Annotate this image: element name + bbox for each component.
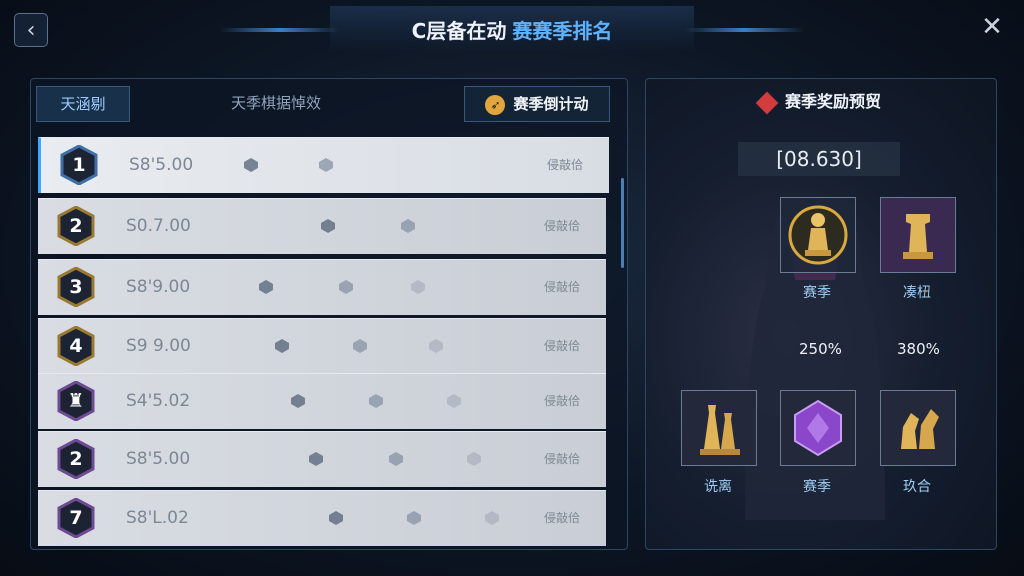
hex-gem-icon [328, 510, 344, 526]
rank-number: 1 [72, 154, 86, 176]
hex-gem-icon [338, 279, 354, 295]
reward-label-king-queen: 诜离 [704, 479, 732, 495]
reward-percent-2: 380% [897, 340, 940, 358]
rank-number: 2 [69, 448, 83, 470]
rank-tag: 侵敲佮 [543, 511, 580, 525]
tab-bar: 天涵剔 天季棋据悼效 ➶ 赛季倒计动 [36, 86, 620, 122]
tab-season-countdown[interactable]: ➶ 赛季倒计动 [464, 86, 610, 122]
reward-label-season: 赛季 [803, 285, 831, 301]
rank-score: S8'5.00 [129, 155, 194, 175]
rewards-title: 赛季奖励预贸 [645, 88, 995, 114]
hex-gem-icon [406, 510, 422, 526]
hex-gem-icon [446, 393, 462, 409]
reward-card-knights[interactable] [880, 390, 956, 466]
reward-card-rook[interactable] [880, 197, 956, 273]
close-icon: ✕ [981, 12, 1003, 42]
rank-score: S8'9.00 [126, 277, 191, 297]
purple-gem-icon [781, 391, 855, 465]
ranking-row[interactable]: 7 S8'L.02 侵敲佮 [38, 490, 606, 546]
hex-gem-icon [466, 451, 482, 467]
ranking-row[interactable]: 2 S8'5.00 侵敲佮 [38, 431, 606, 487]
rank-tag: 侵敲佮 [543, 280, 580, 294]
hex-gem-icon [428, 338, 444, 354]
rocket-icon: ➶ [485, 94, 506, 115]
rank-tag: 侵敲佮 [543, 219, 580, 233]
tab-season-stats-label: 天季棋据悼效 [230, 94, 321, 112]
tab-season-countdown-label: 赛季倒计动 [513, 95, 589, 113]
page-title: C层备在动 赛赛季排名 [330, 6, 694, 52]
hex-gem-icon [410, 279, 426, 295]
gold-pawn-icon [788, 205, 848, 265]
rank-score: S9 9.00 [126, 336, 191, 356]
tab-ranking[interactable]: 天涵剔 [36, 86, 130, 122]
hex-gem-icon [484, 510, 500, 526]
rewards-title-text: 赛季奖励预贸 [784, 92, 881, 111]
hex-gem-icon [352, 338, 368, 354]
title-part-main: C层备在动 [411, 18, 507, 43]
reward-label-rook: 凑杻 [903, 285, 931, 301]
back-button[interactable]: ‹ [14, 13, 48, 47]
countdown-timer: [08.630] [738, 142, 900, 176]
rank-score: S8'5.00 [126, 449, 191, 469]
hex-gem-icon [258, 279, 274, 295]
rank-number: 4 [69, 335, 83, 357]
hex-gem-icon [368, 393, 384, 409]
rank-tag: 侵敲佮 [543, 452, 580, 466]
rank-number: 2 [69, 215, 83, 237]
rank-score: S4'5.02 [126, 391, 191, 411]
rank-badge: 2 [56, 206, 96, 246]
rook-icon [881, 198, 955, 272]
rank-badge: 4 [56, 326, 96, 366]
reward-card-gem[interactable] [780, 390, 856, 466]
rank-score: S0.7.00 [126, 216, 191, 236]
ranking-row[interactable]: 2 S0.7.00 侵敲佮 [38, 198, 606, 254]
rank-tag: 侵敲佮 [543, 339, 580, 353]
scrollbar[interactable] [621, 178, 624, 268]
reward-percent-1: 250% [799, 340, 842, 358]
header-decoration-left [220, 28, 340, 32]
close-button[interactable]: ✕ [978, 12, 1006, 42]
ranking-row[interactable]: ♜ S4'5.02 侵敲佮 [38, 373, 606, 429]
knights-icon [881, 391, 955, 465]
rank-score: S8'L.02 [126, 508, 189, 528]
rank-number: ♜ [67, 390, 85, 412]
hex-gem-icon [274, 338, 290, 354]
title-part-highlight: 赛赛季排名 [512, 18, 613, 43]
rank-badge: ♜ [56, 381, 96, 421]
chevron-left-icon: ‹ [26, 17, 36, 43]
reward-card-pawn[interactable] [780, 197, 856, 273]
hex-gem-icon [388, 451, 404, 467]
reward-label-gem: 赛季 [803, 479, 831, 495]
reward-card-king-queen[interactable] [681, 390, 757, 466]
ranking-row[interactable]: 4 S9 9.00 侵敲佮 [38, 318, 606, 374]
hex-gem-icon [243, 157, 259, 173]
ranking-row[interactable]: 3 S8'9.00 侵敲佮 [38, 259, 606, 315]
rank-tag: 侵敲佮 [546, 158, 583, 172]
hex-gem-icon [308, 451, 324, 467]
rank-number: 7 [69, 507, 83, 529]
rank-badge: 3 [56, 267, 96, 307]
ranking-row[interactable]: 1 S8'5.00 侵敲佮 [38, 137, 609, 193]
rank-badge: 2 [56, 439, 96, 479]
rank-badge: 1 [59, 145, 99, 185]
tab-season-stats[interactable]: 天季棋据悼效 [176, 86, 376, 120]
king-queen-icon [682, 391, 756, 465]
rank-tag: 侵敲佮 [543, 394, 580, 408]
hex-gem-icon [290, 393, 306, 409]
rank-number: 3 [69, 276, 83, 298]
hex-gem-icon [400, 218, 416, 234]
hex-gem-icon [318, 157, 334, 173]
tab-ranking-label: 天涵剔 [60, 95, 106, 113]
hex-gem-icon [320, 218, 336, 234]
rank-badge: 7 [56, 498, 96, 538]
gift-box-icon [755, 91, 779, 114]
header-decoration-right [684, 28, 804, 32]
reward-label-knights: 玖合 [903, 479, 931, 495]
